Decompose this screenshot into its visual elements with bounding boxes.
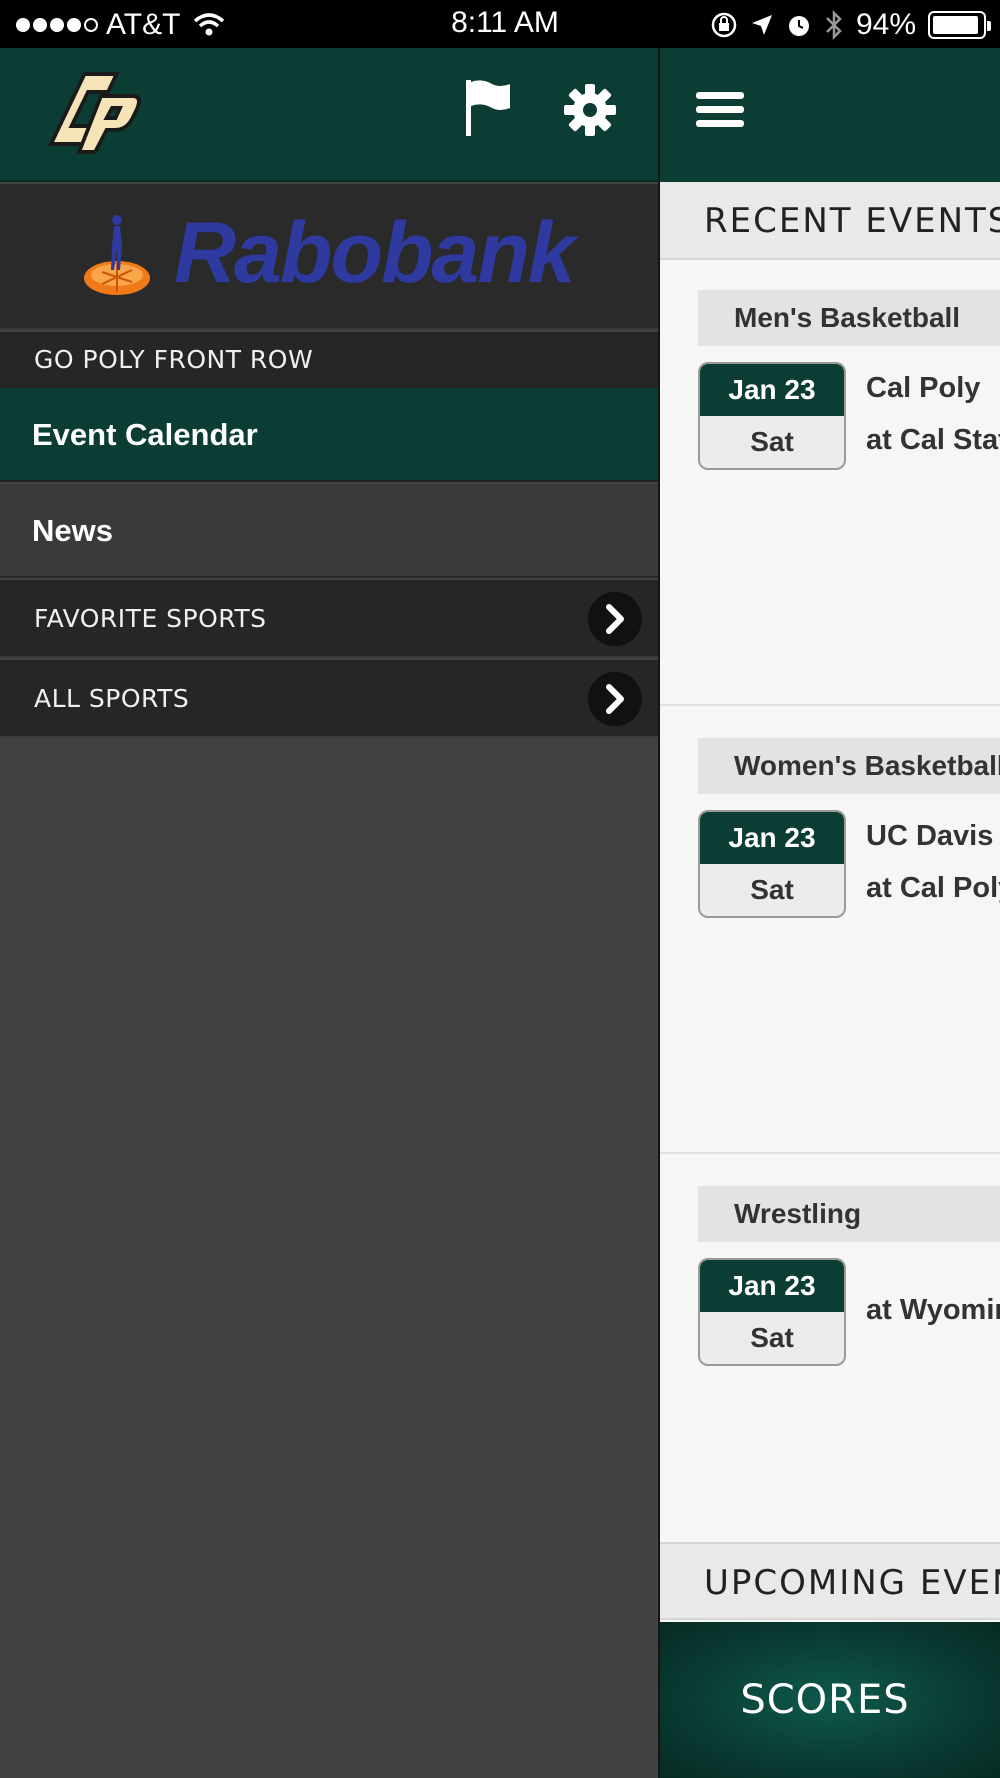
menu-event-calendar[interactable]: Event Calendar — [0, 388, 658, 482]
event-day: Sat — [750, 874, 794, 905]
event-opponent: at Wyoming — [866, 1294, 1000, 1326]
event-card[interactable]: Men's Basketball Jan 23 Sat Cal Poly at … — [660, 260, 1000, 706]
drawer-header — [0, 48, 658, 182]
event-sport: Wrestling — [698, 1186, 1000, 1242]
battery-percent: 94% — [855, 8, 916, 41]
event-date-box: Jan 23 Sat — [698, 362, 846, 470]
event-opponent: at Cal State Fullerton — [866, 424, 1000, 456]
event-day: Sat — [750, 426, 794, 457]
chevron-right-icon[interactable] — [588, 592, 642, 646]
main-content: RECENT EVENTS Men's Basketball Jan 23 Sa… — [660, 48, 1000, 1778]
sponsor-name: Rabobank — [174, 205, 576, 301]
content-header — [660, 48, 1000, 182]
alarm-icon — [788, 16, 809, 36]
flag-icon[interactable] — [460, 78, 512, 136]
event-date: Jan 23 — [700, 812, 844, 864]
orientation-lock-icon — [711, 12, 737, 38]
upcoming-events-title: UPCOMING EVENTS — [660, 1542, 1000, 1620]
side-drawer: Rabobank GO POLY FRONT ROW Event Calenda… — [0, 48, 658, 1778]
bluetooth-icon — [826, 10, 842, 40]
menu-favorite-sports[interactable]: FAVORITE SPORTS — [0, 580, 658, 658]
sponsor-banner[interactable]: Rabobank — [0, 184, 658, 330]
rabobank-logo-icon — [84, 215, 150, 295]
event-date: Jan 23 — [700, 364, 844, 416]
scores-label: SCORES — [740, 1677, 910, 1723]
menu-all-sports-label: ALL SPORTS — [34, 684, 190, 713]
chevron-right-icon[interactable] — [588, 672, 642, 726]
event-day: Sat — [750, 1322, 794, 1353]
event-card[interactable]: Wrestling Jan 23 Sat at Wyoming — [660, 1156, 1000, 1542]
cal-poly-logo[interactable] — [44, 60, 142, 160]
event-date: Jan 23 — [700, 1260, 844, 1312]
go-poly-front-row[interactable]: GO POLY FRONT ROW — [0, 332, 658, 388]
event-date-box: Jan 23 Sat — [698, 1258, 846, 1366]
location-arrow-icon — [751, 15, 772, 35]
event-sport: Women's Basketball — [698, 738, 1000, 794]
menu-news[interactable]: News — [0, 484, 658, 578]
event-sport: Men's Basketball — [698, 290, 1000, 346]
gear-icon[interactable] — [564, 84, 616, 136]
recent-events-title: RECENT EVENTS — [660, 182, 1000, 260]
status-bar: AT&T 8:11 AM 94% — [0, 0, 1000, 48]
hamburger-menu-icon[interactable] — [696, 92, 744, 128]
event-team: UC Davis — [866, 820, 994, 852]
status-right: 94% — [710, 8, 991, 42]
menu-favorite-sports-label: FAVORITE SPORTS — [34, 604, 267, 633]
scores-tab[interactable]: SCORES — [660, 1622, 1000, 1778]
event-card[interactable]: Women's Basketball Jan 23 Sat UC Davis a… — [660, 708, 1000, 1154]
battery-icon — [928, 11, 991, 39]
event-opponent: at Cal Poly — [866, 872, 1000, 904]
menu-event-calendar-label: Event Calendar — [32, 417, 258, 452]
event-date-box: Jan 23 Sat — [698, 810, 846, 918]
menu-news-label: News — [32, 513, 113, 548]
menu-all-sports[interactable]: ALL SPORTS — [0, 660, 658, 738]
event-team: Cal Poly — [866, 372, 981, 404]
